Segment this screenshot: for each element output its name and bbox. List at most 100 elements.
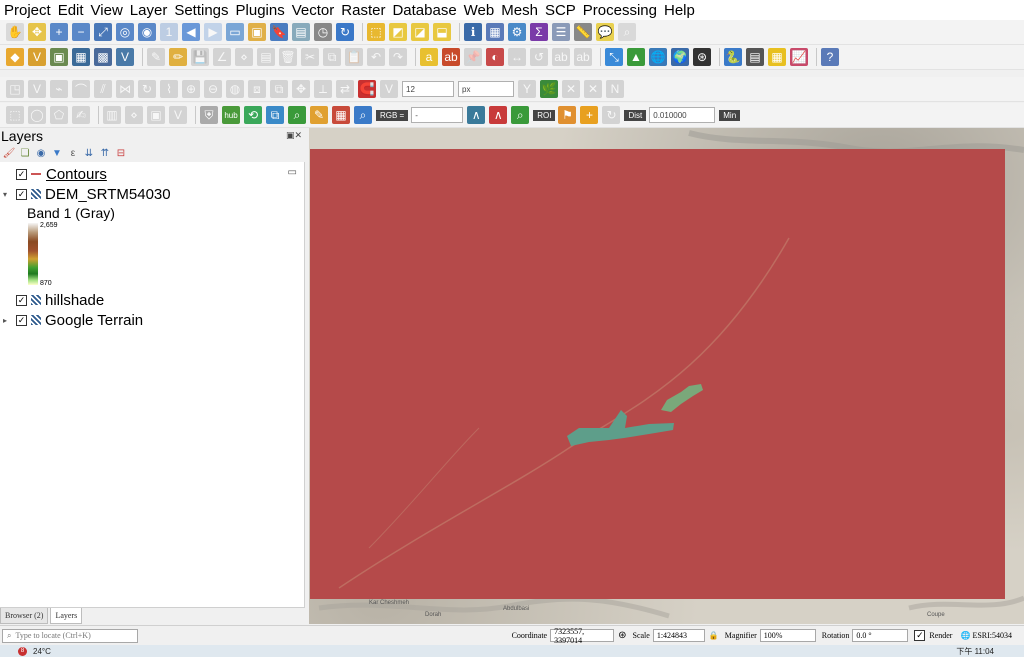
local-cumulative-icon[interactable]: ∧: [467, 106, 486, 124]
share-icon[interactable]: ⟲: [244, 106, 262, 124]
new-3d-view-icon[interactable]: ▣: [248, 23, 266, 41]
map-tips-icon[interactable]: 💬: [596, 23, 614, 41]
temporal-controller-icon[interactable]: ◷: [314, 23, 332, 41]
menu-web[interactable]: Web: [464, 2, 495, 19]
rotation-field[interactable]: 0.0 °: [852, 629, 909, 642]
layer-google-terrain[interactable]: ▸ ✓ Google Terrain: [0, 310, 305, 330]
merge-features-icon[interactable]: ⋈: [116, 80, 134, 98]
cad-tools-icon[interactable]: ✕: [584, 80, 602, 98]
rgb-select[interactable]: -: [411, 107, 464, 123]
label-toolbar-icon[interactable]: ab: [574, 48, 592, 66]
globe-icon[interactable]: 🌐: [649, 48, 667, 66]
snapping-magnet-icon[interactable]: 🧲: [358, 80, 376, 98]
split-features-icon[interactable]: ⫽: [94, 80, 112, 98]
collapse-all-icon[interactable]: ⇈: [99, 147, 111, 159]
field-calc-icon[interactable]: ▥: [103, 106, 121, 124]
zoom-selection-icon[interactable]: ◎: [116, 23, 134, 41]
globe-search-icon[interactable]: 🌍: [671, 48, 689, 66]
split-parts-icon[interactable]: ⧈: [248, 80, 266, 98]
tab-layers[interactable]: Layers: [50, 608, 83, 624]
zoom-native-icon[interactable]: 1: [160, 23, 178, 41]
crs-label[interactable]: ESRI:54034: [972, 631, 1012, 640]
modify-attributes-icon[interactable]: ▤: [257, 48, 275, 66]
pin-label-icon[interactable]: 📌: [464, 48, 482, 66]
select-features-icon[interactable]: ⬚: [367, 23, 385, 41]
add-ring-icon[interactable]: V: [28, 80, 46, 98]
measure-ruler-icon[interactable]: 📏: [574, 23, 592, 41]
vertex-tool-icon[interactable]: ⋄: [235, 48, 253, 66]
scp-cursor-icon[interactable]: ⤡: [605, 48, 623, 66]
crs-globe-icon[interactable]: 🌐: [960, 631, 970, 640]
menu-plugins[interactable]: Plugins: [236, 2, 285, 19]
toggle-extents-icon[interactable]: ⊛: [618, 630, 626, 641]
hub-button[interactable]: hub: [222, 106, 240, 124]
select-location-icon[interactable]: ⬓: [433, 23, 451, 41]
font-size-field[interactable]: 12: [402, 81, 454, 97]
close-cross-icon[interactable]: ✕: [562, 80, 580, 98]
vector-v-icon[interactable]: V: [169, 106, 187, 124]
save-edits-icon[interactable]: 💾: [191, 48, 209, 66]
redo-icon[interactable]: ↷: [389, 48, 407, 66]
show-pinned-icon[interactable]: ◐: [486, 48, 504, 66]
scp-tools-icon[interactable]: ✎: [310, 106, 328, 124]
rotate-feature-icon[interactable]: ↻: [138, 80, 156, 98]
zoom-next-icon[interactable]: ▶: [204, 23, 222, 41]
zoom-last-icon[interactable]: ◀: [182, 23, 200, 41]
undo-icon[interactable]: ↶: [367, 48, 385, 66]
zoom-in-icon[interactable]: +: [50, 23, 68, 41]
graph-icon[interactable]: 📈: [790, 48, 808, 66]
menu-view[interactable]: View: [91, 2, 123, 19]
filter-expression-icon[interactable]: ε: [67, 147, 79, 159]
scp-triangle-icon[interactable]: ▲: [627, 48, 645, 66]
copy-icon[interactable]: ⧉: [323, 48, 341, 66]
pan-to-selection-icon[interactable]: ✥: [28, 23, 46, 41]
std-dev-icon[interactable]: ∧: [489, 106, 508, 124]
layer-visibility-checkbox[interactable]: ✓: [16, 168, 27, 180]
edit-pencil-icon[interactable]: ✎: [147, 48, 165, 66]
select-by-value-icon[interactable]: ◩: [389, 23, 407, 41]
zoom-layer-icon[interactable]: ◉: [138, 23, 156, 41]
vertex-editor-icon[interactable]: ⋄: [125, 106, 143, 124]
layer-dem[interactable]: ▾ ✓ DEM_SRTM54030: [0, 184, 305, 204]
layer-visibility-checkbox[interactable]: ✓: [16, 314, 27, 326]
menu-layer[interactable]: Layer: [130, 2, 168, 19]
tab-browser[interactable]: Browser (2): [0, 608, 49, 624]
reshape-icon[interactable]: ⌁: [50, 80, 68, 98]
label-abc-icon[interactable]: a: [420, 48, 438, 66]
identify-icon[interactable]: ℹ: [464, 23, 482, 41]
layer-indicator-icon[interactable]: ▭: [288, 167, 297, 178]
style-brush-icon[interactable]: 🖌: [3, 147, 16, 159]
help-icon[interactable]: ?: [821, 48, 839, 66]
lock-scale-icon[interactable]: 🔒: [709, 631, 719, 640]
taskbar-clock[interactable]: 下午 11:04: [956, 646, 994, 657]
remove-layer-icon[interactable]: ⊟: [115, 147, 127, 159]
zoom-full-icon[interactable]: ⤢: [94, 23, 112, 41]
select-freehand-icon[interactable]: ✍: [72, 106, 90, 124]
snapping-options-icon[interactable]: V: [380, 80, 398, 98]
shield-icon[interactable]: ⛨: [200, 106, 218, 124]
render-checkbox[interactable]: ✓: [914, 630, 926, 641]
pan-hand-icon[interactable]: ✋: [6, 23, 24, 41]
layer-visibility-checkbox[interactable]: ✓: [16, 294, 27, 306]
menu-database[interactable]: Database: [392, 2, 456, 19]
move-feature-icon[interactable]: ✥: [292, 80, 310, 98]
menu-edit[interactable]: Edit: [58, 2, 84, 19]
scp-magnifier-icon[interactable]: ⌕: [354, 106, 372, 124]
node-tool-icon[interactable]: ▣: [147, 106, 165, 124]
rotate-label-icon[interactable]: ↺: [530, 48, 548, 66]
menu-settings[interactable]: Settings: [174, 2, 228, 19]
deselect-icon[interactable]: ◪: [411, 23, 429, 41]
bookmark-icon[interactable]: 🔖: [270, 23, 288, 41]
chevron-right-icon[interactable]: ▸: [3, 316, 13, 325]
shape-digitize-icon[interactable]: ◳: [6, 80, 24, 98]
roi-plus-icon[interactable]: +: [580, 106, 599, 124]
map-canvas[interactable]: Kar Cheshmeh Abdulbasi Dorah Coupe: [309, 128, 1024, 624]
digitize-icon[interactable]: ∠: [213, 48, 231, 66]
scale-field[interactable]: 1:424843: [652, 629, 705, 642]
trim-extend-icon[interactable]: ⟂: [314, 80, 332, 98]
show-bookmarks-icon[interactable]: ▤: [292, 23, 310, 41]
manage-map-themes-icon[interactable]: ◉: [35, 147, 47, 159]
layer-contours[interactable]: ✓ Contours ▭: [0, 164, 305, 184]
add-group-icon[interactable]: ❏: [19, 147, 31, 159]
add-part-icon[interactable]: ⊕: [182, 80, 200, 98]
